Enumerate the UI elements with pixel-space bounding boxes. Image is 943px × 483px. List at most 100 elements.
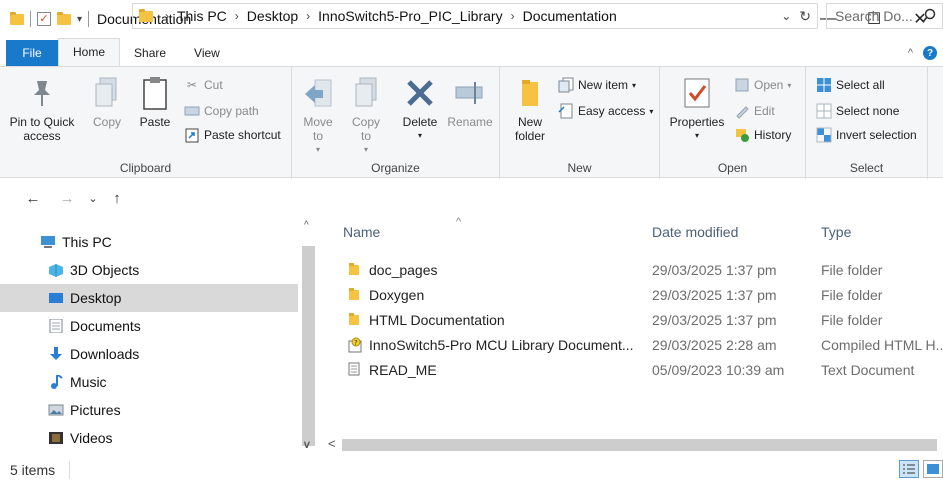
properties-check-icon[interactable]: ✓ <box>37 12 51 26</box>
scissors-icon: ✂ <box>186 78 198 92</box>
properties-label: Properties <box>669 115 725 129</box>
breadcrumb-this-pc[interactable]: This PC <box>177 8 227 24</box>
breadcrumb-library[interactable]: InnoSwitch5-Pro_PIC_Library <box>318 8 502 24</box>
breadcrumb-chevron-icon[interactable]: › <box>511 9 515 23</box>
nav-label: Videos <box>70 430 113 446</box>
scrollbar-thumb[interactable] <box>342 439 937 451</box>
nav-item-3d-objects[interactable]: 3D Objects <box>0 256 298 284</box>
nav-item-downloads[interactable]: Downloads <box>0 340 298 368</box>
properties-button[interactable]: Properties ▾ <box>666 73 728 143</box>
copy-path-icon <box>184 103 200 119</box>
new-item-button[interactable]: New item ▾ <box>558 77 636 93</box>
tab-home[interactable]: Home <box>58 38 121 66</box>
organize-group: Move to ▾ Copy to ▾ Delete ▾ Rename Orga… <box>292 67 500 179</box>
nav-label: Downloads <box>70 346 140 362</box>
select-none-button[interactable]: Select none <box>816 103 899 119</box>
paste-label: Paste <box>139 115 171 129</box>
move-to-label: Move to <box>303 115 333 143</box>
collapse-ribbon-icon[interactable]: ^ <box>908 47 913 59</box>
select-all-button[interactable]: Select all <box>816 77 885 93</box>
navigation-pane-scrollbar[interactable]: ^ v <box>300 216 317 456</box>
select-none-icon <box>816 103 832 119</box>
history-label: History <box>754 128 792 142</box>
scrollbar-thumb[interactable] <box>302 246 315 446</box>
file-type: File folder <box>821 262 883 278</box>
documents-icon <box>48 318 64 334</box>
search-icon[interactable] <box>922 8 936 27</box>
copy-button[interactable]: Copy <box>86 73 128 129</box>
up-arrow-icon[interactable]: ↑ <box>106 190 128 207</box>
new-item-dropdown-icon: ▾ <box>632 80 637 90</box>
pin-quick-access-button[interactable]: Pin to Quick access <box>4 73 80 143</box>
customize-dropdown-icon[interactable]: ▾ <box>77 14 82 25</box>
easy-access-icon <box>558 103 574 119</box>
file-name: InnoSwitch5-Pro MCU Library Document... <box>369 337 634 353</box>
breadcrumb-chevron-icon[interactable]: › <box>235 9 239 23</box>
sort-ascending-icon: ^ <box>456 216 462 228</box>
column-header-date-modified[interactable]: Date modified <box>652 224 738 240</box>
paste-icon <box>138 73 172 113</box>
breadcrumb-chevron-icon[interactable]: › <box>165 9 169 23</box>
recent-locations-chevron-icon[interactable]: ⌄ <box>82 192 104 205</box>
delete-button[interactable]: Delete ▾ <box>396 73 444 143</box>
copy-to-button[interactable]: Copy to ▾ <box>346 73 386 157</box>
3d-objects-icon <box>48 263 64 277</box>
table-row[interactable]: doc_pages 29/03/2025 1:37 pm File folder <box>318 258 943 283</box>
breadcrumb-desktop[interactable]: Desktop <box>247 8 298 24</box>
nav-item-documents[interactable]: Documents <box>0 312 298 340</box>
large-icons-view-button[interactable] <box>923 460 943 478</box>
nav-item-desktop[interactable]: Desktop <box>0 284 298 312</box>
svg-text:?: ? <box>354 339 358 347</box>
easy-access-label: Easy access <box>578 104 646 118</box>
new-folder-icon[interactable] <box>57 11 71 25</box>
file-list-horizontal-scrollbar[interactable]: v < <box>300 436 943 454</box>
new-folder-button[interactable]: New folder <box>508 73 552 143</box>
move-to-button[interactable]: Move to ▾ <box>298 73 338 157</box>
easy-access-button[interactable]: Easy access ▾ <box>558 103 653 119</box>
paste-shortcut-button[interactable]: Paste shortcut <box>184 127 281 143</box>
table-row[interactable]: HTML Documentation 29/03/2025 1:37 pm Fi… <box>318 308 943 333</box>
help-icon[interactable]: ? <box>923 46 937 60</box>
clipboard-group-label: Clipboard <box>119 161 172 175</box>
address-dropdown-icon[interactable]: ⌄ <box>781 9 791 23</box>
column-header-type[interactable]: Type <box>821 224 851 240</box>
breadcrumb-documentation[interactable]: Documentation <box>523 8 617 24</box>
scroll-down-arrow-icon[interactable]: v <box>304 437 310 451</box>
file-type: Compiled HTML H... <box>821 337 943 353</box>
tab-file[interactable]: File <box>6 40 58 66</box>
search-box[interactable]: Search Do... <box>826 3 943 29</box>
chm-help-icon: ? <box>348 337 362 353</box>
nav-item-pictures[interactable]: Pictures <box>0 396 298 424</box>
scroll-up-arrow-icon[interactable]: ^ <box>304 220 309 231</box>
back-arrow-icon[interactable]: ← <box>22 190 44 207</box>
column-header-name[interactable]: Name <box>343 224 380 240</box>
nav-item-music[interactable]: Music <box>0 368 298 396</box>
refresh-icon[interactable]: ↻ <box>799 8 811 25</box>
edit-button[interactable]: Edit <box>734 103 775 119</box>
table-row[interactable]: ? InnoSwitch5-Pro MCU Library Document..… <box>318 333 943 358</box>
organize-group-label: Organize <box>371 161 420 175</box>
move-to-dropdown-icon: ▾ <box>315 145 320 154</box>
invert-selection-icon <box>816 127 832 143</box>
nav-item-this-pc[interactable]: This PC <box>0 228 298 256</box>
forward-arrow-icon[interactable]: → <box>56 190 78 207</box>
tab-share[interactable]: Share <box>120 40 180 66</box>
tab-view[interactable]: View <box>180 40 234 66</box>
breadcrumb-chevron-icon[interactable]: › <box>306 9 310 23</box>
scroll-left-arrow-icon[interactable]: < <box>328 436 336 451</box>
table-row[interactable]: Doxygen 29/03/2025 1:37 pm File folder <box>318 283 943 308</box>
details-view-button[interactable] <box>899 460 919 478</box>
rename-button[interactable]: Rename <box>444 73 496 129</box>
table-row[interactable]: READ_ME 05/09/2023 10:39 am Text Documen… <box>318 358 943 383</box>
quick-access-toolbar: ✓ ▾ <box>0 11 90 27</box>
paste-button[interactable]: Paste <box>134 73 176 129</box>
address-bar[interactable]: › This PC › Desktop › InnoSwitch5-Pro_PI… <box>132 3 818 29</box>
pictures-icon <box>48 403 64 417</box>
open-button[interactable]: Open ▾ <box>734 77 791 93</box>
cut-button[interactable]: ✂ Cut <box>184 77 223 93</box>
history-button[interactable]: History <box>734 127 791 143</box>
invert-selection-button[interactable]: Invert selection <box>816 127 917 143</box>
select-group-label: Select <box>849 161 884 175</box>
copy-path-button[interactable]: Copy path <box>184 103 259 119</box>
nav-item-videos[interactable]: Videos <box>0 424 298 452</box>
